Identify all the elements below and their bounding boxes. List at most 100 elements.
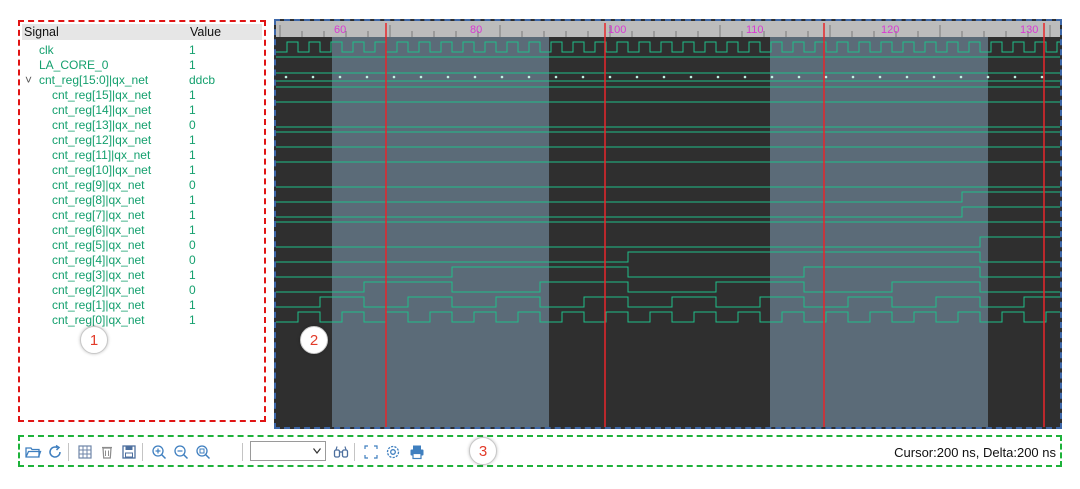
signal-value: 0: [189, 178, 196, 192]
signal-row[interactable]: cnt_reg[13]|qx_net 0: [20, 118, 264, 133]
table-icon[interactable]: [76, 443, 94, 461]
signal-name: cnt_reg[1]|qx_net: [52, 298, 145, 312]
bus-transition-dot: [662, 75, 666, 79]
bus-transition-dot: [878, 75, 882, 79]
signal-value: 0: [189, 118, 196, 132]
bus-transition-dot: [797, 75, 801, 79]
expand-chevron-icon[interactable]: ˅: [25, 73, 32, 88]
signal-row[interactable]: cnt_reg[5]|qx_net 0: [20, 238, 264, 253]
signal-value: 1: [189, 268, 196, 282]
signal-row[interactable]: cnt_reg[2]|qx_net 0: [20, 283, 264, 298]
signal-row[interactable]: cnt_reg[1]|qx_net 1: [20, 298, 264, 313]
zoom-in-icon[interactable]: [150, 443, 168, 461]
signal-row[interactable]: cnt_reg[14]|qx_net 1: [20, 103, 264, 118]
logic-analyzer-window: Signal Value clk 1 LA_CORE_0 1 ˅ cnt_reg[15:0…: [0, 0, 1080, 489]
bus-transition-dot: [581, 75, 585, 79]
signal-value: 1: [189, 313, 196, 327]
highlight-window: [332, 37, 549, 427]
signal-name: LA_CORE_0: [39, 58, 109, 72]
highlight-window: [770, 37, 988, 427]
signal-value: 0: [189, 253, 196, 267]
toolbar-separator: [68, 443, 69, 461]
toolbar-separator: [142, 443, 143, 461]
waveform-panel[interactable]: 60 80 100 110 120 130: [274, 19, 1062, 429]
toolbar: Cursor:200 ns, Delta:200 ns: [18, 435, 1062, 467]
marker-2: 2: [300, 326, 328, 354]
print-icon[interactable]: [408, 443, 426, 461]
refresh-icon[interactable]: [46, 443, 64, 461]
signal-name: cnt_reg[9]|qx_net: [52, 178, 145, 192]
open-folder-icon[interactable]: [24, 443, 42, 461]
signal-list-panel: Signal Value clk 1 LA_CORE_0 1 ˅ cnt_reg[15:0…: [18, 20, 266, 422]
zoom-fit-icon[interactable]: [194, 443, 212, 461]
signal-row[interactable]: LA_CORE_0 1: [20, 58, 264, 73]
signal-row[interactable]: cnt_reg[12]|qx_net 1: [20, 133, 264, 148]
signal-name: cnt_reg[6]|qx_net: [52, 223, 145, 237]
bus-transition-dot: [446, 75, 450, 79]
toolbar-separator: [242, 443, 243, 461]
time-label: 130: [1020, 24, 1038, 36]
waveform-canvas[interactable]: 60 80 100 110 120 130: [276, 21, 1060, 427]
signal-row[interactable]: cnt_reg[8]|qx_net 1: [20, 193, 264, 208]
signal-row[interactable]: cnt_reg[0]|qx_net 1: [20, 313, 264, 328]
time-ruler: [276, 21, 1060, 37]
bus-transition-dot: [689, 75, 693, 79]
value-column-header[interactable]: Value: [190, 25, 221, 39]
signal-row[interactable]: cnt_reg[15]|qx_net 1: [20, 88, 264, 103]
bus-transition-dot: [824, 75, 828, 79]
signal-value: 1: [189, 58, 196, 72]
signal-name: cnt_reg[15]|qx_net: [52, 88, 152, 102]
time-label: 100: [608, 24, 626, 36]
signal-row[interactable]: cnt_reg[6]|qx_net 1: [20, 223, 264, 238]
signal-value: 0: [189, 238, 196, 252]
signal-name: cnt_reg[13]|qx_net: [52, 118, 152, 132]
signal-value: 1: [189, 133, 196, 147]
signal-row[interactable]: cnt_reg[7]|qx_net 1: [20, 208, 264, 223]
signal-value: 1: [189, 223, 196, 237]
signal-row[interactable]: cnt_reg[10]|qx_net 1: [20, 163, 264, 178]
signal-name: cnt_reg[2]|qx_net: [52, 283, 145, 297]
bus-transition-dot: [743, 75, 747, 79]
signal-row[interactable]: clk 1: [20, 43, 264, 58]
delete-icon[interactable]: [98, 443, 116, 461]
bus-transition-dot: [554, 75, 558, 79]
chevron-down-icon: [313, 448, 321, 454]
signal-name: cnt_reg[12]|qx_net: [52, 133, 152, 147]
bus-transition-dot: [1040, 75, 1044, 79]
signal-row[interactable]: cnt_reg[11]|qx_net 1: [20, 148, 264, 163]
signal-name: cnt_reg[15:0]|qx_net: [39, 73, 149, 87]
signal-name: clk: [39, 43, 54, 57]
fullscreen-icon[interactable]: [362, 443, 380, 461]
bus-transition-dot: [338, 75, 342, 79]
bus-transition-dot: [851, 75, 855, 79]
signal-value: 1: [189, 88, 196, 102]
settings-icon[interactable]: [384, 443, 402, 461]
save-icon[interactable]: [120, 443, 138, 461]
marker-1: 1: [80, 326, 108, 354]
bus-transition-dot: [1013, 75, 1017, 79]
bus-transition-dot: [419, 75, 423, 79]
signal-name: cnt_reg[14]|qx_net: [52, 103, 152, 117]
signal-row[interactable]: ˅ cnt_reg[15:0]|qx_net ddcb: [20, 73, 264, 88]
find-icon[interactable]: [332, 443, 350, 461]
signal-row[interactable]: cnt_reg[4]|qx_net 0: [20, 253, 264, 268]
zoom-out-icon[interactable]: [172, 443, 190, 461]
bus-transition-dot: [500, 75, 504, 79]
signal-row[interactable]: cnt_reg[9]|qx_net 0: [20, 178, 264, 193]
signal-column-header[interactable]: Signal: [24, 25, 59, 39]
signal-name: cnt_reg[8]|qx_net: [52, 193, 145, 207]
zoom-level-select[interactable]: [250, 441, 326, 461]
bus-transition-dot: [365, 75, 369, 79]
bus-transition-dot: [986, 75, 990, 79]
marker-3: 3: [469, 437, 497, 465]
bus-transition-dot: [635, 75, 639, 79]
signal-value: 1: [189, 43, 196, 57]
signal-name: cnt_reg[4]|qx_net: [52, 253, 145, 267]
signal-value: 1: [189, 163, 196, 177]
bus-transition-dot: [527, 75, 531, 79]
bus-transition-dot: [716, 75, 720, 79]
bus-transition-dot: [284, 75, 288, 79]
cursor-status-text: Cursor:200 ns, Delta:200 ns: [894, 445, 1056, 460]
signal-value: 1: [189, 103, 196, 117]
signal-row[interactable]: cnt_reg[3]|qx_net 1: [20, 268, 264, 283]
